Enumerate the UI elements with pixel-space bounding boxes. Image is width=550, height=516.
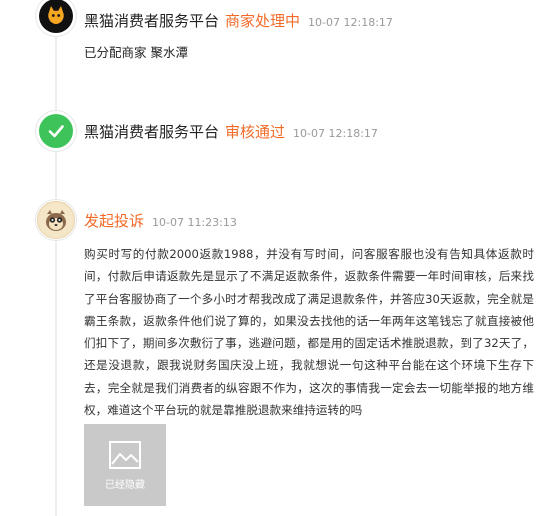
entry-header: 黑猫消费者服务平台 商家处理中 10-07 12:18:17 — [84, 10, 393, 31]
image-placeholder-icon — [109, 440, 141, 469]
source-name: 黑猫消费者服务平台 — [84, 12, 220, 30]
timeline-node — [36, 111, 76, 151]
complaint-text: 购买时写的付款2000返款1988，并没有写时间，问客服客服也没有告知具体返款时… — [84, 247, 534, 418]
timeline-node — [36, 200, 76, 240]
entry-header: 发起投诉 10-07 11:23:13 — [84, 210, 237, 231]
hidden-attachment-thumbnail[interactable]: 已经隐藏 — [84, 424, 166, 506]
timeline-node — [36, 0, 76, 36]
source-name: 黑猫消费者服务平台 — [84, 123, 220, 141]
status-label: 发起投诉 — [84, 212, 145, 230]
attachment-hidden-label: 已经隐藏 — [105, 479, 145, 491]
status-label: 审核通过 — [225, 123, 286, 141]
timestamp: 10-07 12:18:17 — [293, 127, 378, 140]
assignment-detail: 已分配商家 聚水潭 — [84, 45, 188, 60]
black-cat-icon — [39, 0, 73, 33]
user-avatar-icon — [37, 201, 75, 239]
check-icon — [39, 114, 73, 148]
entry-header: 黑猫消费者服务平台 审核通过 10-07 12:18:17 — [84, 121, 378, 142]
status-label: 商家处理中 — [225, 12, 301, 30]
timestamp: 10-07 11:23:13 — [152, 216, 237, 229]
timestamp: 10-07 12:18:17 — [308, 16, 393, 29]
timeline-line — [55, 0, 57, 516]
